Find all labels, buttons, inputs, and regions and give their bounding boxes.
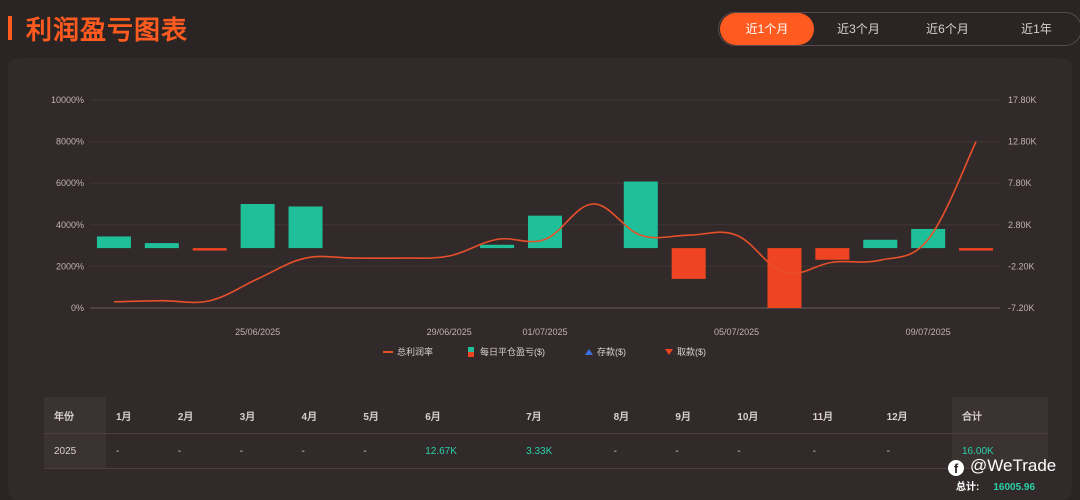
table-header-cell: 1月 bbox=[106, 397, 168, 434]
y-left-tick-label: 4000% bbox=[56, 220, 84, 230]
table-cell: - bbox=[603, 433, 666, 469]
y-right-tick-label: 12.80K bbox=[1008, 137, 1037, 147]
table-header-cell: 2月 bbox=[167, 397, 230, 434]
table-header-cell: 3月 bbox=[229, 397, 292, 434]
table-header-cell: 12月 bbox=[876, 397, 952, 434]
table-cell: - bbox=[291, 433, 354, 469]
table-cell: - bbox=[167, 433, 230, 469]
table-cell: - bbox=[229, 433, 292, 469]
table-header-cell: 4月 bbox=[291, 397, 354, 434]
table-header-cell: 7月 bbox=[516, 397, 604, 434]
watermark: f @WeTrade bbox=[948, 456, 1056, 476]
y-left-tick-label: 8000% bbox=[56, 137, 84, 147]
deposit-triangle-icon bbox=[585, 349, 593, 355]
daily-pnl-bar bbox=[480, 244, 515, 249]
y-right-tick-label: 2.80K bbox=[1008, 220, 1032, 230]
daily-pnl-bar bbox=[192, 248, 227, 251]
y-right-tick-label: 17.80K bbox=[1008, 95, 1037, 105]
x-tick-label: 09/07/2025 bbox=[906, 327, 951, 337]
legend-label: 总利润率 bbox=[397, 346, 433, 357]
daily-pnl-bar bbox=[240, 204, 275, 249]
table-cell: 3.33K bbox=[516, 433, 604, 469]
y-left-tick-label: 10000% bbox=[51, 95, 84, 105]
table-header-cell: 5月 bbox=[353, 397, 416, 434]
table-header-cell: 9月 bbox=[665, 397, 728, 434]
y-left-tick-label: 6000% bbox=[56, 178, 84, 188]
grand-total: 总计: 16005.96 bbox=[956, 478, 1035, 493]
table-cell: - bbox=[353, 433, 416, 469]
table-cell: 2025 bbox=[44, 433, 106, 469]
table-header-cell: 合计 bbox=[952, 397, 1048, 434]
table-header-cell: 年份 bbox=[44, 397, 106, 434]
table-cell: 12.67K bbox=[415, 433, 517, 469]
x-tick-label: 05/07/2025 bbox=[714, 327, 759, 337]
x-tick-label: 01/07/2025 bbox=[522, 327, 567, 337]
legend-profit-swatch bbox=[468, 347, 474, 352]
daily-pnl-bar bbox=[815, 248, 850, 260]
legend-label: 取款($) bbox=[677, 346, 706, 357]
daily-pnl-bar bbox=[96, 236, 131, 249]
daily-pnl-bar bbox=[144, 243, 179, 249]
table-cell: - bbox=[106, 433, 168, 469]
facebook-icon: f bbox=[948, 460, 964, 476]
table-header-row: 年份 1月 2月 3月 4月 5月 6月 7月 8月 9月 10月 11月 12… bbox=[44, 397, 1048, 434]
daily-pnl-bar bbox=[959, 248, 994, 251]
daily-pnl-bar bbox=[671, 248, 706, 279]
grand-total-label: 总计: bbox=[956, 482, 980, 493]
table-header-cell: 10月 bbox=[727, 397, 803, 434]
monthly-table: 年份 1月 2月 3月 4月 5月 6月 7月 8月 9月 10月 11月 12… bbox=[44, 397, 1048, 469]
y-right-tick-label: -7.20K bbox=[1008, 303, 1035, 313]
daily-pnl-bar bbox=[767, 248, 802, 308]
x-tick-label: 29/06/2025 bbox=[427, 327, 472, 337]
table-header-cell: 6月 bbox=[415, 397, 517, 434]
withdraw-triangle-icon bbox=[665, 349, 673, 355]
daily-pnl-bar bbox=[288, 206, 323, 249]
table-header-cell: 11月 bbox=[802, 397, 877, 434]
x-tick-label: 25/06/2025 bbox=[235, 327, 280, 337]
table-header-cell: 8月 bbox=[603, 397, 666, 434]
legend-label: 每日平仓盈亏($) bbox=[480, 346, 545, 357]
table-cell: - bbox=[665, 433, 728, 469]
daily-pnl-bar bbox=[863, 239, 898, 249]
y-right-tick-label: 7.80K bbox=[1008, 178, 1032, 188]
table-cell: - bbox=[802, 433, 877, 469]
y-left-tick-label: 0% bbox=[71, 303, 84, 313]
table-cell: - bbox=[727, 433, 803, 469]
table-row: 2025 - - - - - 12.67K 3.33K - - - - - 16… bbox=[44, 433, 1048, 469]
legend-label: 存款($) bbox=[597, 346, 626, 357]
profit-chart: 0% 2000% 4000% 6000% 8000% 10000% -7.20K -2.20K… bbox=[51, 95, 1037, 357]
y-left-tick-label: 2000% bbox=[56, 261, 84, 271]
legend-loss-swatch bbox=[468, 352, 474, 357]
table-cell: - bbox=[876, 433, 952, 469]
y-right-tick-label: -2.20K bbox=[1008, 261, 1035, 271]
watermark-text: @WeTrade bbox=[970, 456, 1057, 475]
grand-total-value: 16005.96 bbox=[993, 482, 1036, 493]
